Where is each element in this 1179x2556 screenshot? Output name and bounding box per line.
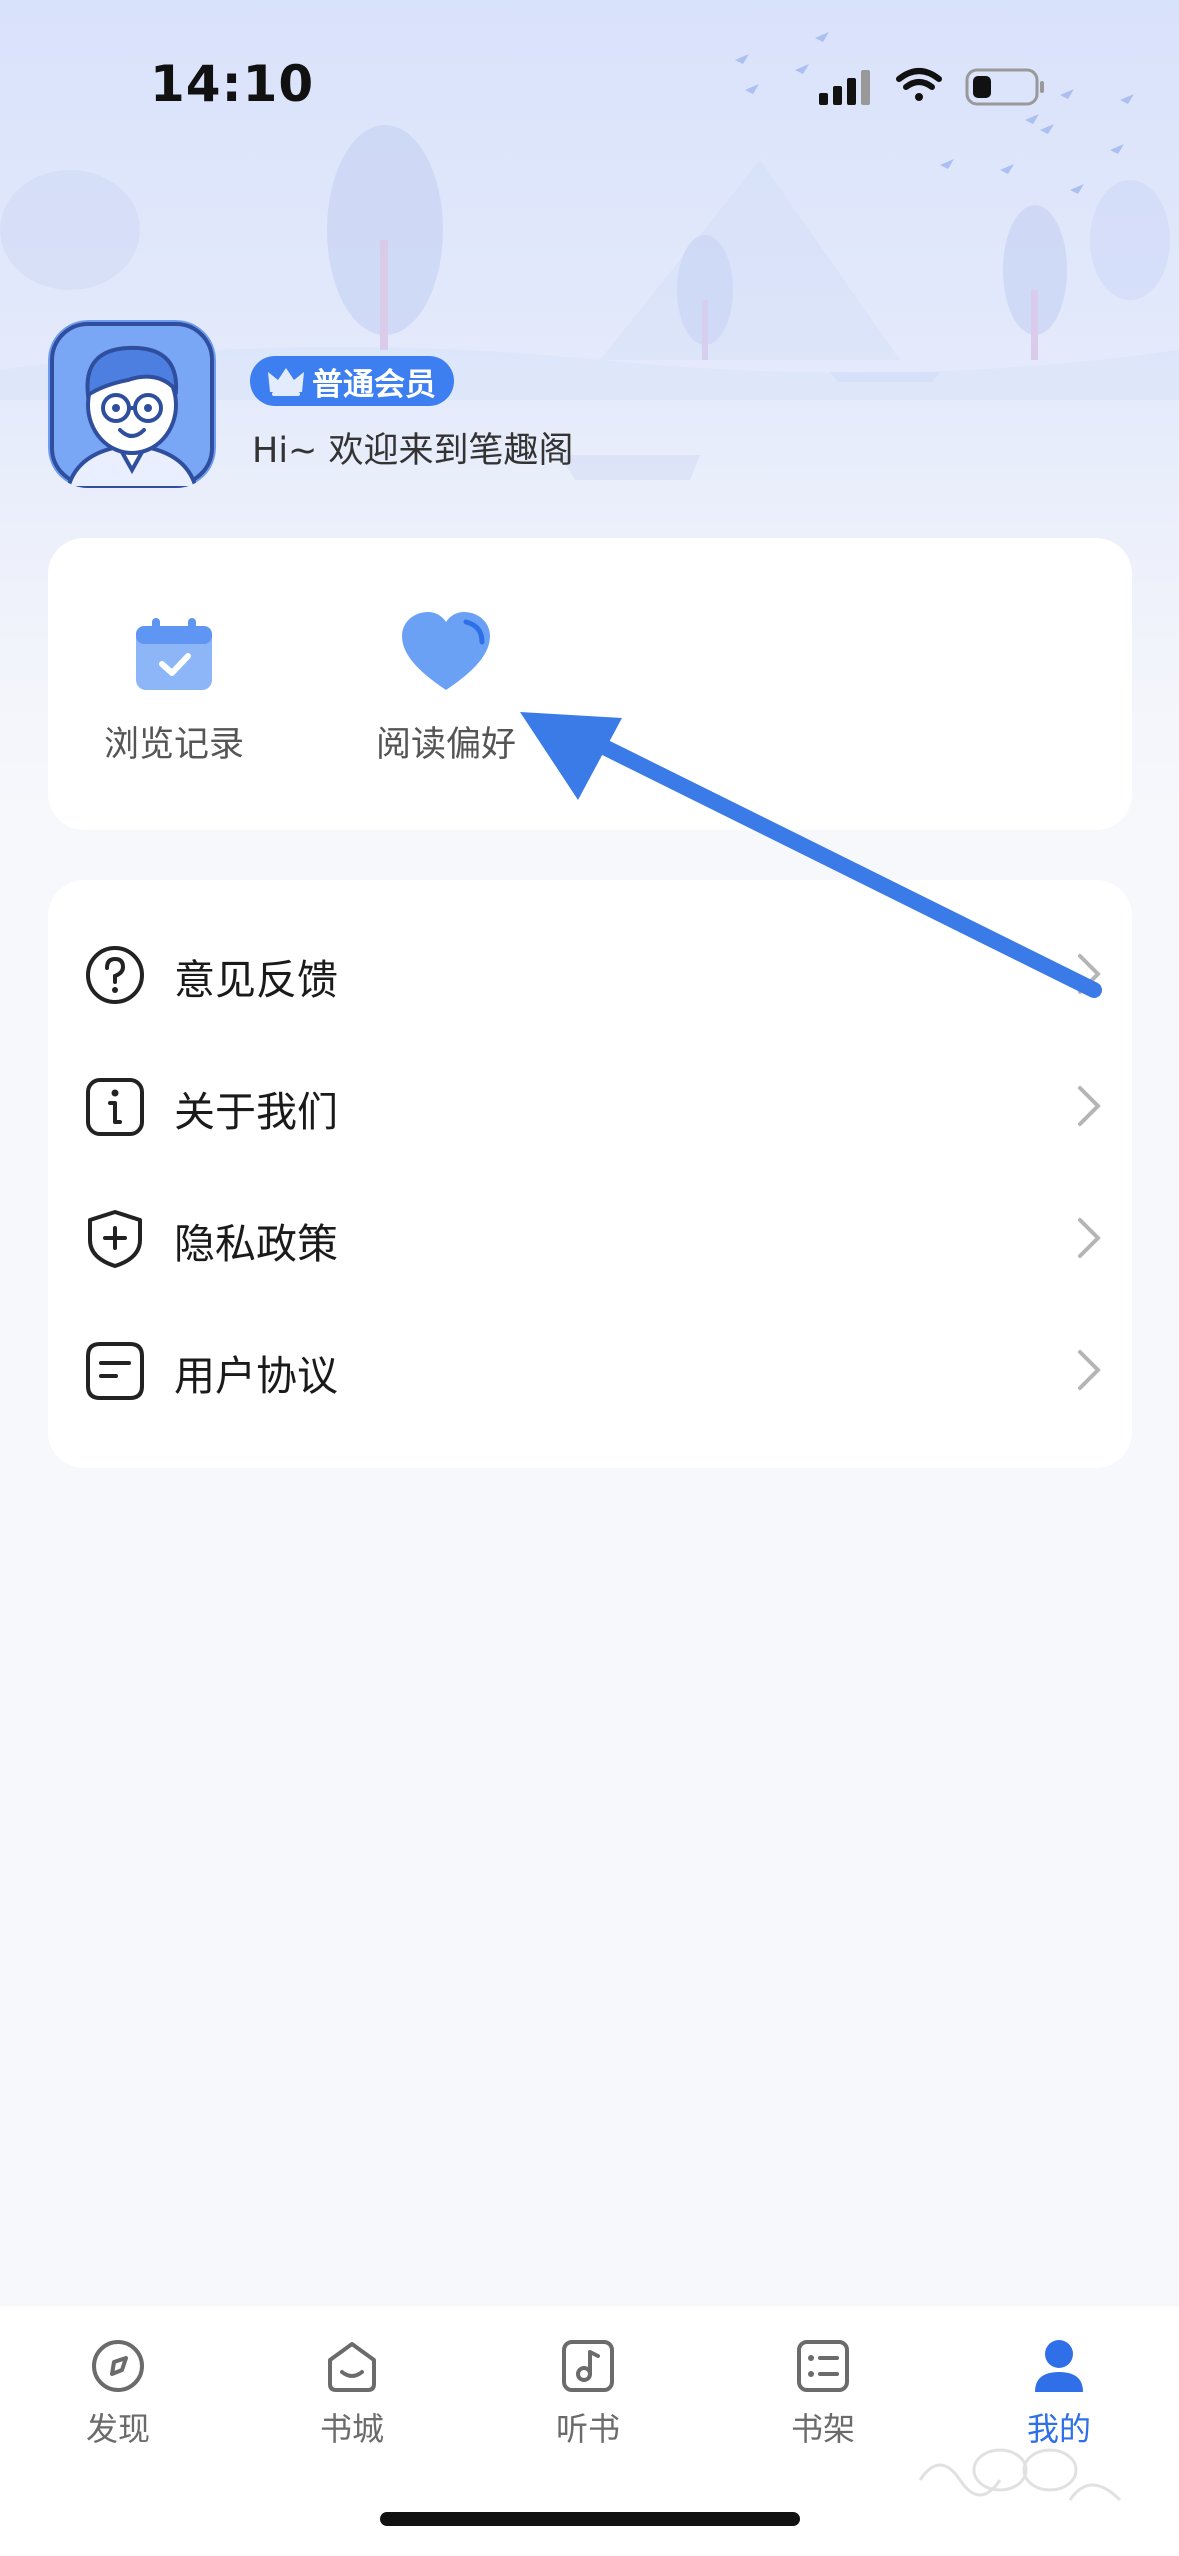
browse-history-button[interactable]: 浏览记录	[64, 608, 284, 767]
tab-label-audiobook: 听书	[555, 2410, 620, 2448]
heart-icon	[402, 612, 490, 690]
watermark-logo	[918, 2448, 1122, 2502]
info-icon	[86, 1078, 144, 1136]
bookstore-icon	[328, 2342, 376, 2392]
menu-label-feedback: 意见反馈	[174, 956, 338, 1004]
member-badge-label: 普通会员	[312, 366, 436, 403]
music-note-icon	[562, 2340, 614, 2392]
wifi-icon	[896, 68, 942, 101]
compass-icon	[92, 2340, 144, 2392]
crown-icon	[268, 368, 304, 396]
tab-bookshelf[interactable]: 书架	[743, 2336, 903, 2450]
tab-discover[interactable]: 发现	[38, 2336, 198, 2450]
reading-preference-button[interactable]: 阅读偏好	[336, 608, 556, 767]
menu-item-feedback[interactable]: 意见反馈	[48, 908, 1132, 1040]
tab-mine[interactable]: 我的	[979, 2336, 1139, 2450]
status-bar: 14:10	[0, 0, 1179, 160]
battery-icon	[965, 68, 1044, 106]
chevron-right-icon	[1078, 1350, 1101, 1390]
signal-icon	[819, 70, 870, 105]
user-icon	[1035, 2340, 1083, 2392]
tab-bookstore[interactable]: 书城	[272, 2336, 432, 2450]
home-indicator	[380, 2512, 800, 2526]
calendar-check-icon	[136, 618, 212, 690]
tab-label-bookstore: 书城	[319, 2410, 384, 2448]
chevron-right-icon	[1078, 954, 1101, 994]
status-icons	[819, 68, 1044, 106]
question-circle-icon	[86, 946, 144, 1004]
browse-history-label: 浏览记录	[103, 725, 244, 765]
menu-label-about: 关于我们	[174, 1088, 338, 1136]
menu-item-about[interactable]: 关于我们	[48, 1040, 1132, 1172]
menu-label-user-agreement: 用户协议	[174, 1352, 338, 1400]
welcome-text: Hi~ 欢迎来到笔趣阁	[252, 431, 574, 471]
settings-menu-card: 意见反馈 关于我们 隐私政策 用户协议	[48, 880, 1132, 1468]
tab-label-bookshelf: 书架	[790, 2410, 855, 2448]
tab-label-discover: 发现	[85, 2410, 150, 2448]
chevron-right-icon	[1078, 1086, 1101, 1126]
document-icon	[86, 1342, 144, 1400]
quick-actions-card: 浏览记录 阅读偏好	[48, 538, 1132, 830]
menu-item-user-agreement[interactable]: 用户协议	[48, 1304, 1132, 1436]
status-time: 14:10	[150, 55, 315, 113]
menu-item-privacy[interactable]: 隐私政策	[48, 1172, 1132, 1304]
reading-preference-label: 阅读偏好	[375, 725, 516, 765]
shield-plus-icon	[88, 1210, 142, 1268]
tab-audiobook[interactable]: 听书	[508, 2336, 668, 2450]
chevron-right-icon	[1078, 1218, 1101, 1258]
member-badge: 普通会员	[250, 356, 454, 406]
bookshelf-icon	[797, 2340, 849, 2392]
menu-label-privacy: 隐私政策	[174, 1220, 338, 1268]
avatar[interactable]	[48, 320, 216, 488]
